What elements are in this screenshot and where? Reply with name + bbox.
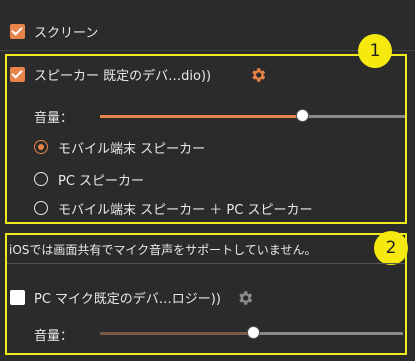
divider (7, 263, 405, 264)
speaker-volume-label: 音量： (34, 111, 74, 126)
ios-notice: iOSでは画面共有でマイク音声をサポートしていません。 (9, 243, 317, 257)
screen-checkbox[interactable] (10, 24, 25, 39)
radio-both-speakers[interactable] (34, 201, 48, 215)
screen-label: スクリーン (34, 26, 99, 41)
radio-both-speakers-label: モバイル端末 スピーカー ＋ PC スピーカー (58, 203, 313, 218)
speaker-volume-fill (100, 115, 302, 118)
radio-mobile-speaker-label: モバイル端末 スピーカー (58, 142, 206, 157)
mic-volume-fill (100, 332, 252, 335)
mic-label: PC マイク既定のデバ…ロジー)) (34, 292, 221, 307)
radio-pc-speaker[interactable] (34, 172, 48, 186)
speaker-volume-slider[interactable] (100, 115, 405, 118)
callout-badge-2: 2 (374, 231, 408, 265)
radio-pc-speaker-label: PC スピーカー (58, 174, 145, 189)
gear-icon[interactable] (236, 289, 254, 307)
gear-icon[interactable] (249, 66, 267, 84)
speaker-volume-thumb[interactable] (296, 109, 309, 122)
divider (0, 50, 415, 51)
mic-volume-label: 音量： (34, 329, 74, 344)
mic-checkbox[interactable] (10, 290, 25, 305)
mic-volume-thumb[interactable] (247, 326, 260, 339)
radio-mobile-speaker[interactable] (34, 140, 48, 154)
callout-badge-1: 1 (358, 34, 392, 68)
speaker-checkbox[interactable] (10, 67, 25, 82)
speaker-label: スピーカー 既定のデバ…dio)) (34, 69, 212, 84)
